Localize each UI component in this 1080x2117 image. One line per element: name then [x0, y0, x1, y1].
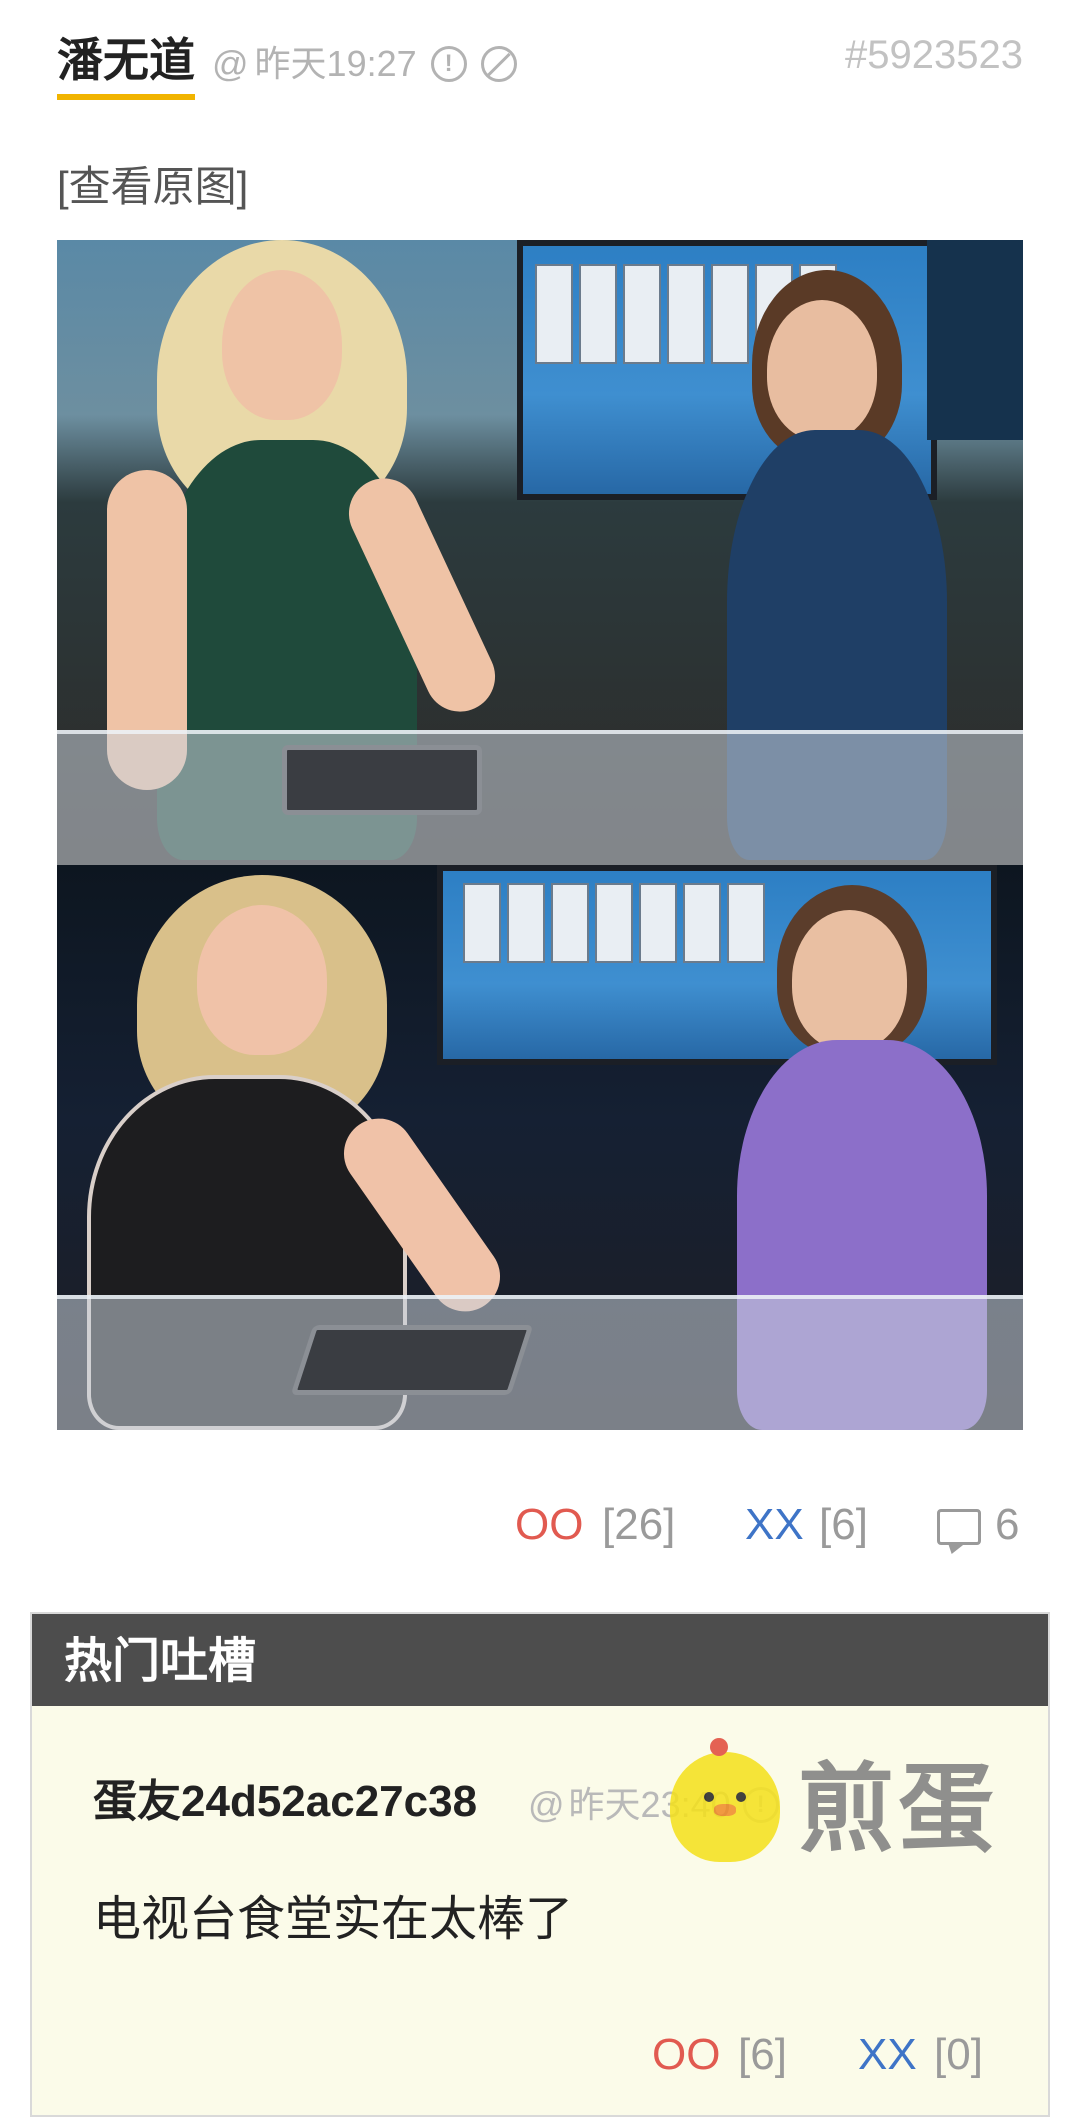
- hot-comments-title: 热门吐槽: [64, 1635, 257, 1688]
- xx-count: [6]: [819, 1500, 868, 1549]
- comment-at-sign: @: [528, 1784, 565, 1825]
- post-image[interactable]: [57, 240, 1023, 1430]
- comment-oo-button[interactable]: OO: [652, 2025, 720, 2085]
- oo-count: [26]: [602, 1500, 676, 1549]
- tablet-bottom: [290, 1325, 534, 1395]
- desk-top: [57, 730, 1023, 865]
- post-time: 昨天19:27: [254, 43, 417, 84]
- comment-xx-button[interactable]: XX: [858, 2025, 917, 2085]
- photo-panel-top: [57, 240, 1023, 865]
- post-actions: OO [26] XX [6] 6: [57, 1495, 1023, 1555]
- post-card: 潘无道 @ 昨天19:27 ! #5923523 [查看原图] OO [26] …: [0, 0, 1080, 2117]
- post-id[interactable]: #5923523: [845, 30, 1023, 80]
- xx-button[interactable]: XX: [745, 1495, 804, 1555]
- comment-bubble-icon[interactable]: [937, 1509, 981, 1545]
- photo-panel-bottom: [57, 865, 1023, 1430]
- view-original-link[interactable]: [查看原图]: [57, 160, 248, 214]
- comment-actions: OO [6] XX [0]: [30, 2025, 1046, 2085]
- desk-bottom: [57, 1295, 1023, 1430]
- oo-button[interactable]: OO: [515, 1495, 583, 1555]
- watermark-text: 煎蛋: [798, 1756, 998, 1863]
- comment-xx-count: [0]: [934, 2030, 983, 2079]
- comment-author[interactable]: 蛋友24d52ac27c38: [93, 1775, 477, 1829]
- post-header: 潘无道 @ 昨天19:27 ! #5923523: [57, 30, 1023, 100]
- info-circle-icon[interactable]: !: [430, 46, 467, 82]
- at-sign: @: [212, 43, 249, 84]
- hot-comments-header: 热门吐槽: [32, 1614, 1048, 1706]
- jandan-chick-icon: [670, 1738, 780, 1862]
- post-meta: @ 昨天19:27 !: [212, 42, 517, 86]
- ban-icon[interactable]: [480, 46, 517, 82]
- jandan-watermark: 煎蛋: [670, 1738, 1020, 1880]
- comment-oo-count: [6]: [738, 2030, 787, 2079]
- comment-body: 电视台食堂实在太棒了: [93, 1893, 574, 1946]
- comments-count[interactable]: 6: [995, 1495, 1019, 1555]
- tablet-top: [282, 745, 482, 815]
- post-author[interactable]: 潘无道: [57, 32, 195, 100]
